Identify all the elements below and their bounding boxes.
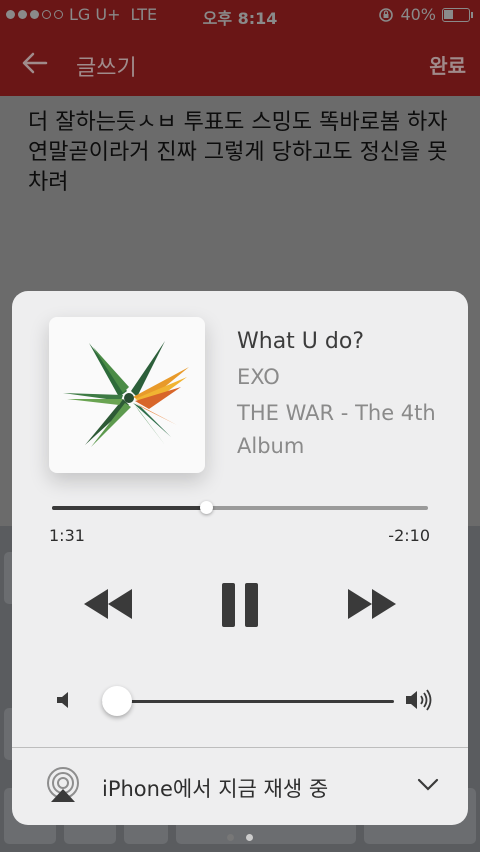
battery-percent: 40% — [400, 5, 436, 24]
progress-knob[interactable] — [200, 501, 214, 514]
back-arrow-icon[interactable] — [20, 48, 50, 78]
post-text[interactable]: 더 잘하는듯ㅅㅂ 투표도 스밍도 똑바로봄 하자 연말곧이라거 진짜 그렇게 당… — [28, 108, 448, 198]
chevron-down-icon[interactable] — [417, 777, 439, 793]
volume-slider[interactable] — [101, 686, 394, 716]
now-playing-card: What U do? EXO THE WAR - The 4th Album 1… — [12, 291, 468, 825]
status-bar: LG U+ LTE 오후 8:14 40% — [0, 0, 480, 30]
album-name: THE WAR - The 4th Album — [237, 401, 436, 458]
pause-icon[interactable] — [220, 581, 260, 629]
song-title: What U do? — [237, 329, 364, 354]
progress-scrubber[interactable] — [52, 501, 428, 514]
volume-max-icon — [406, 689, 432, 711]
volume-min-icon — [57, 692, 68, 708]
page-title: 글쓰기 — [76, 56, 137, 81]
page-dot-active — [246, 834, 253, 841]
app-header: LG U+ LTE 오후 8:14 40% 글쓰기 완료 — [0, 0, 480, 96]
done-button[interactable]: 완료 — [429, 50, 466, 79]
volume-knob[interactable] — [101, 686, 132, 716]
page-dot — [227, 834, 234, 841]
artist-name: EXO — [237, 365, 280, 389]
playback-route-label[interactable]: iPhone에서 지금 재생 중 — [102, 773, 328, 803]
toolbar: 글쓰기 완료 — [0, 30, 480, 96]
divider — [12, 747, 468, 748]
progress-played — [52, 506, 207, 510]
battery-icon — [442, 7, 473, 22]
fast-forward-icon[interactable] — [346, 587, 398, 621]
page-indicator — [0, 834, 480, 841]
remaining-time: -2:10 — [388, 526, 430, 545]
album-art — [49, 317, 205, 473]
airplay-icon[interactable] — [45, 767, 81, 803]
elapsed-time: 1:31 — [49, 526, 85, 545]
lock-rotation-icon — [379, 7, 394, 22]
rewind-icon[interactable] — [82, 587, 134, 621]
